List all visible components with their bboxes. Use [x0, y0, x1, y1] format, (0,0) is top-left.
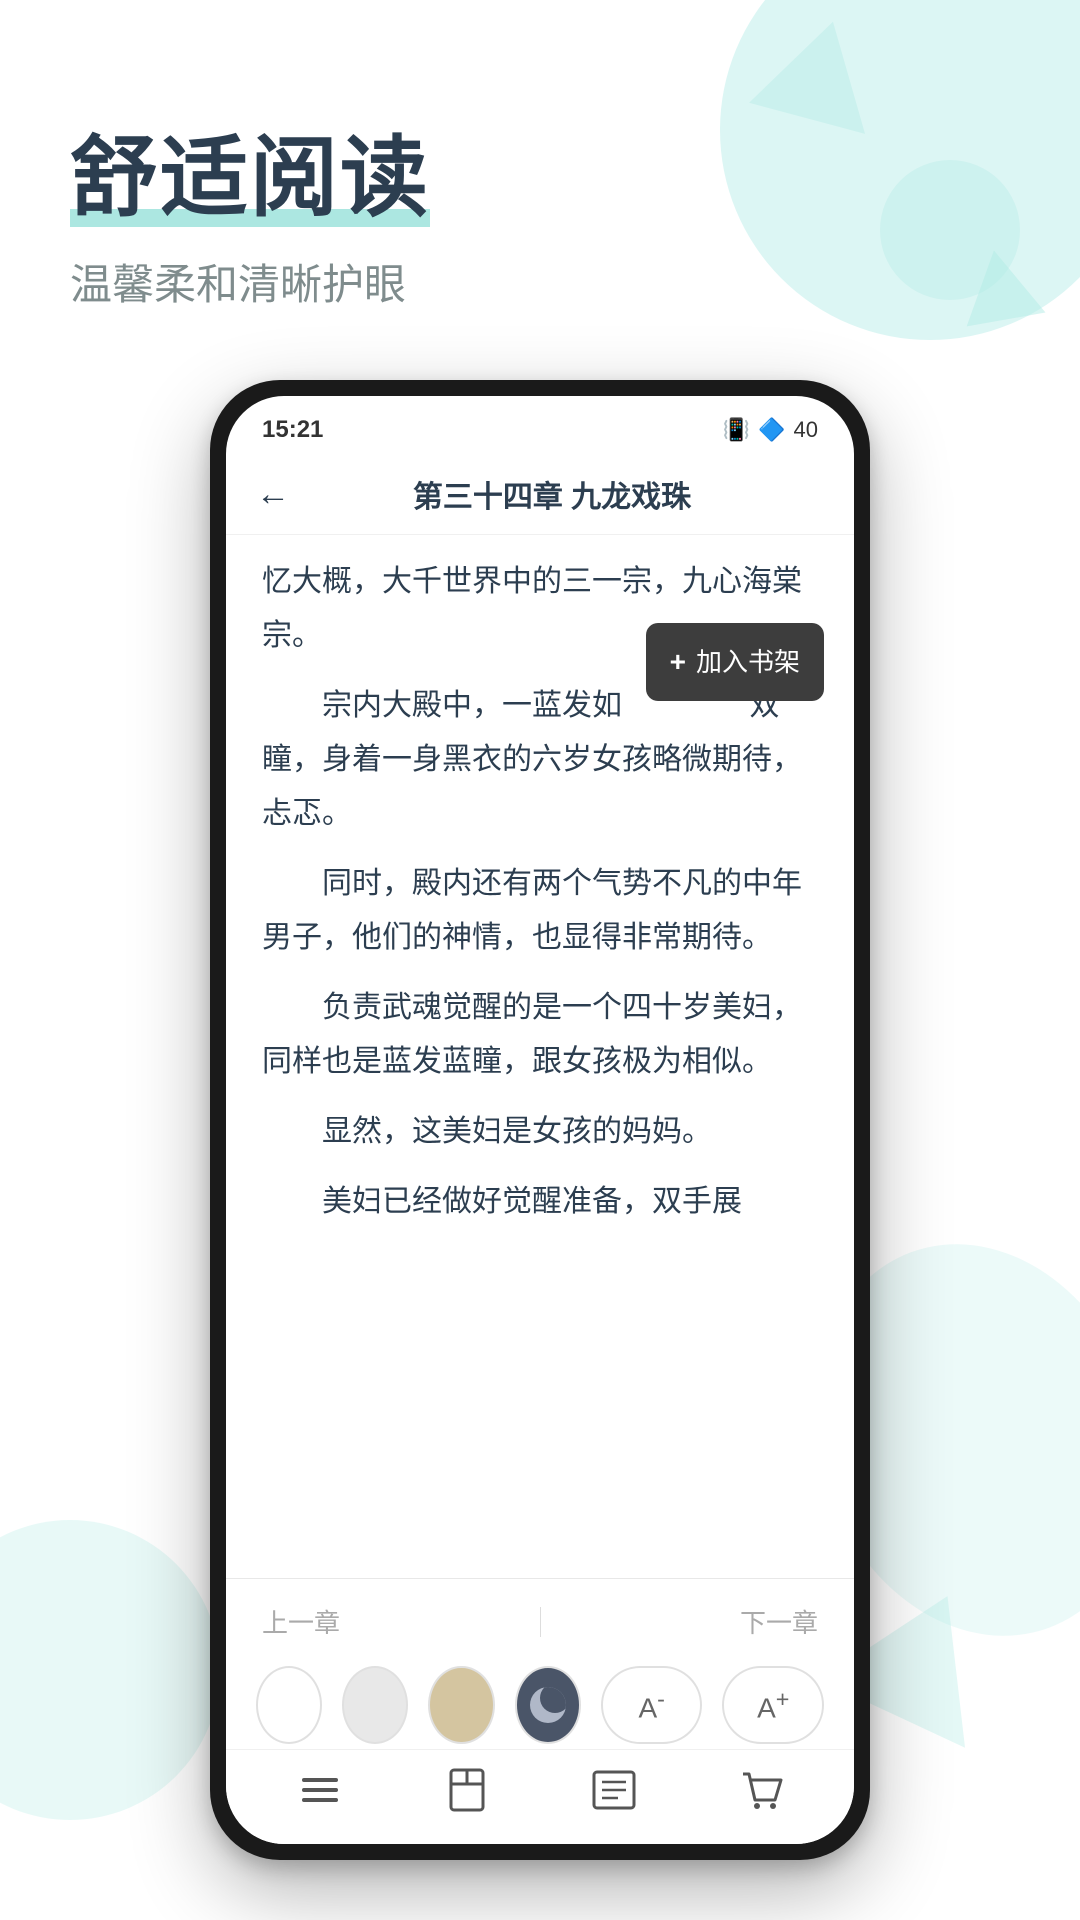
theme-white-btn[interactable]: [256, 1666, 322, 1744]
bottom-nav-bar: [226, 1749, 854, 1844]
chapter-header: ← 第三十四章 九龙戏珠: [226, 454, 854, 535]
main-title-container: 舒适阅读: [70, 130, 430, 227]
bluetooth-icon: 🔷: [758, 417, 785, 443]
status-icons: 📳 🔷 40: [723, 417, 818, 443]
header-section: 舒适阅读 温馨柔和清晰护眼: [0, 0, 1080, 352]
status-bar: 15:21 📳 🔷 40: [226, 396, 854, 454]
paragraph-6: 美妇已经做好觉醒准备，双手展: [262, 1175, 818, 1229]
sub-title: 温馨柔和清晰护眼: [70, 251, 1010, 312]
paragraph-4: 负责武魂觉醒的是一个四十岁美妇，同样也是蓝发蓝瞳，跟女孩极为相似。: [262, 981, 818, 1089]
tooltip-label: 加入书架: [696, 639, 800, 686]
add-shelf-tooltip[interactable]: 加入书架: [646, 623, 824, 701]
phone-screen: 15:21 📳 🔷 40 ← 第三十四章 九龙戏珠 加入书架 忆大概，大千世界中…: [226, 396, 854, 1844]
battery-text: 40: [794, 417, 818, 443]
theme-beige-btn[interactable]: [428, 1666, 494, 1744]
nav-content-btn[interactable]: [590, 1766, 638, 1814]
phone-frame: 15:21 📳 🔷 40 ← 第三十四章 九龙戏珠 加入书架 忆大概，大千世界中…: [210, 380, 870, 1860]
back-button[interactable]: ←: [256, 475, 290, 514]
chapter-navigation: 上一章 下一章: [226, 1578, 854, 1664]
menu-icon: [296, 1766, 344, 1814]
theme-lightgray-btn[interactable]: [342, 1666, 408, 1744]
next-chapter-btn[interactable]: 下一章: [740, 1603, 818, 1640]
bookmark-icon: [443, 1766, 491, 1814]
font-decrease-btn[interactable]: A-: [601, 1666, 703, 1744]
main-title-text: 舒适阅读: [70, 128, 430, 227]
moon-icon: [530, 1687, 566, 1723]
status-time: 15:21: [262, 416, 323, 444]
font-increase-btn[interactable]: A+: [722, 1666, 824, 1744]
font-decrease-label: A-: [638, 1686, 664, 1724]
book-content: 加入书架 忆大概，大千世界中的三一宗，九心海棠宗。 宗内大殿中，一蓝发如████…: [226, 535, 854, 1265]
theme-buttons-row: A- A+: [226, 1666, 854, 1744]
phone-mockup: 15:21 📳 🔷 40 ← 第三十四章 九龙戏珠 加入书架 忆大概，大千世界中…: [210, 380, 870, 1860]
font-increase-label: A+: [757, 1686, 789, 1724]
signal-icon: 📳: [723, 417, 750, 443]
content-icon: [590, 1766, 638, 1814]
nav-bookmark-btn[interactable]: [443, 1766, 491, 1814]
prev-chapter-btn[interactable]: 上一章: [262, 1603, 340, 1640]
paragraph-5: 显然，这美妇是女孩的妈妈。: [262, 1105, 818, 1159]
nav-cart-btn[interactable]: [737, 1766, 785, 1814]
paragraph-2: 宗内大殿中，一蓝发如██████双瞳，身着一身黑衣的六岁女孩略微期待，忐忑。: [262, 679, 818, 841]
chapter-title: 第三十四章 九龙戏珠: [310, 472, 824, 516]
deco-circle-bottom-left: [0, 1520, 220, 1820]
paragraph-3: 同时，殿内还有两个气势不凡的中年男子，他们的神情，也显得非常期待。: [262, 857, 818, 965]
cart-icon: [737, 1766, 785, 1814]
nav-divider: [540, 1607, 541, 1637]
theme-dark-btn[interactable]: [515, 1666, 581, 1744]
nav-menu-btn[interactable]: [296, 1766, 344, 1814]
